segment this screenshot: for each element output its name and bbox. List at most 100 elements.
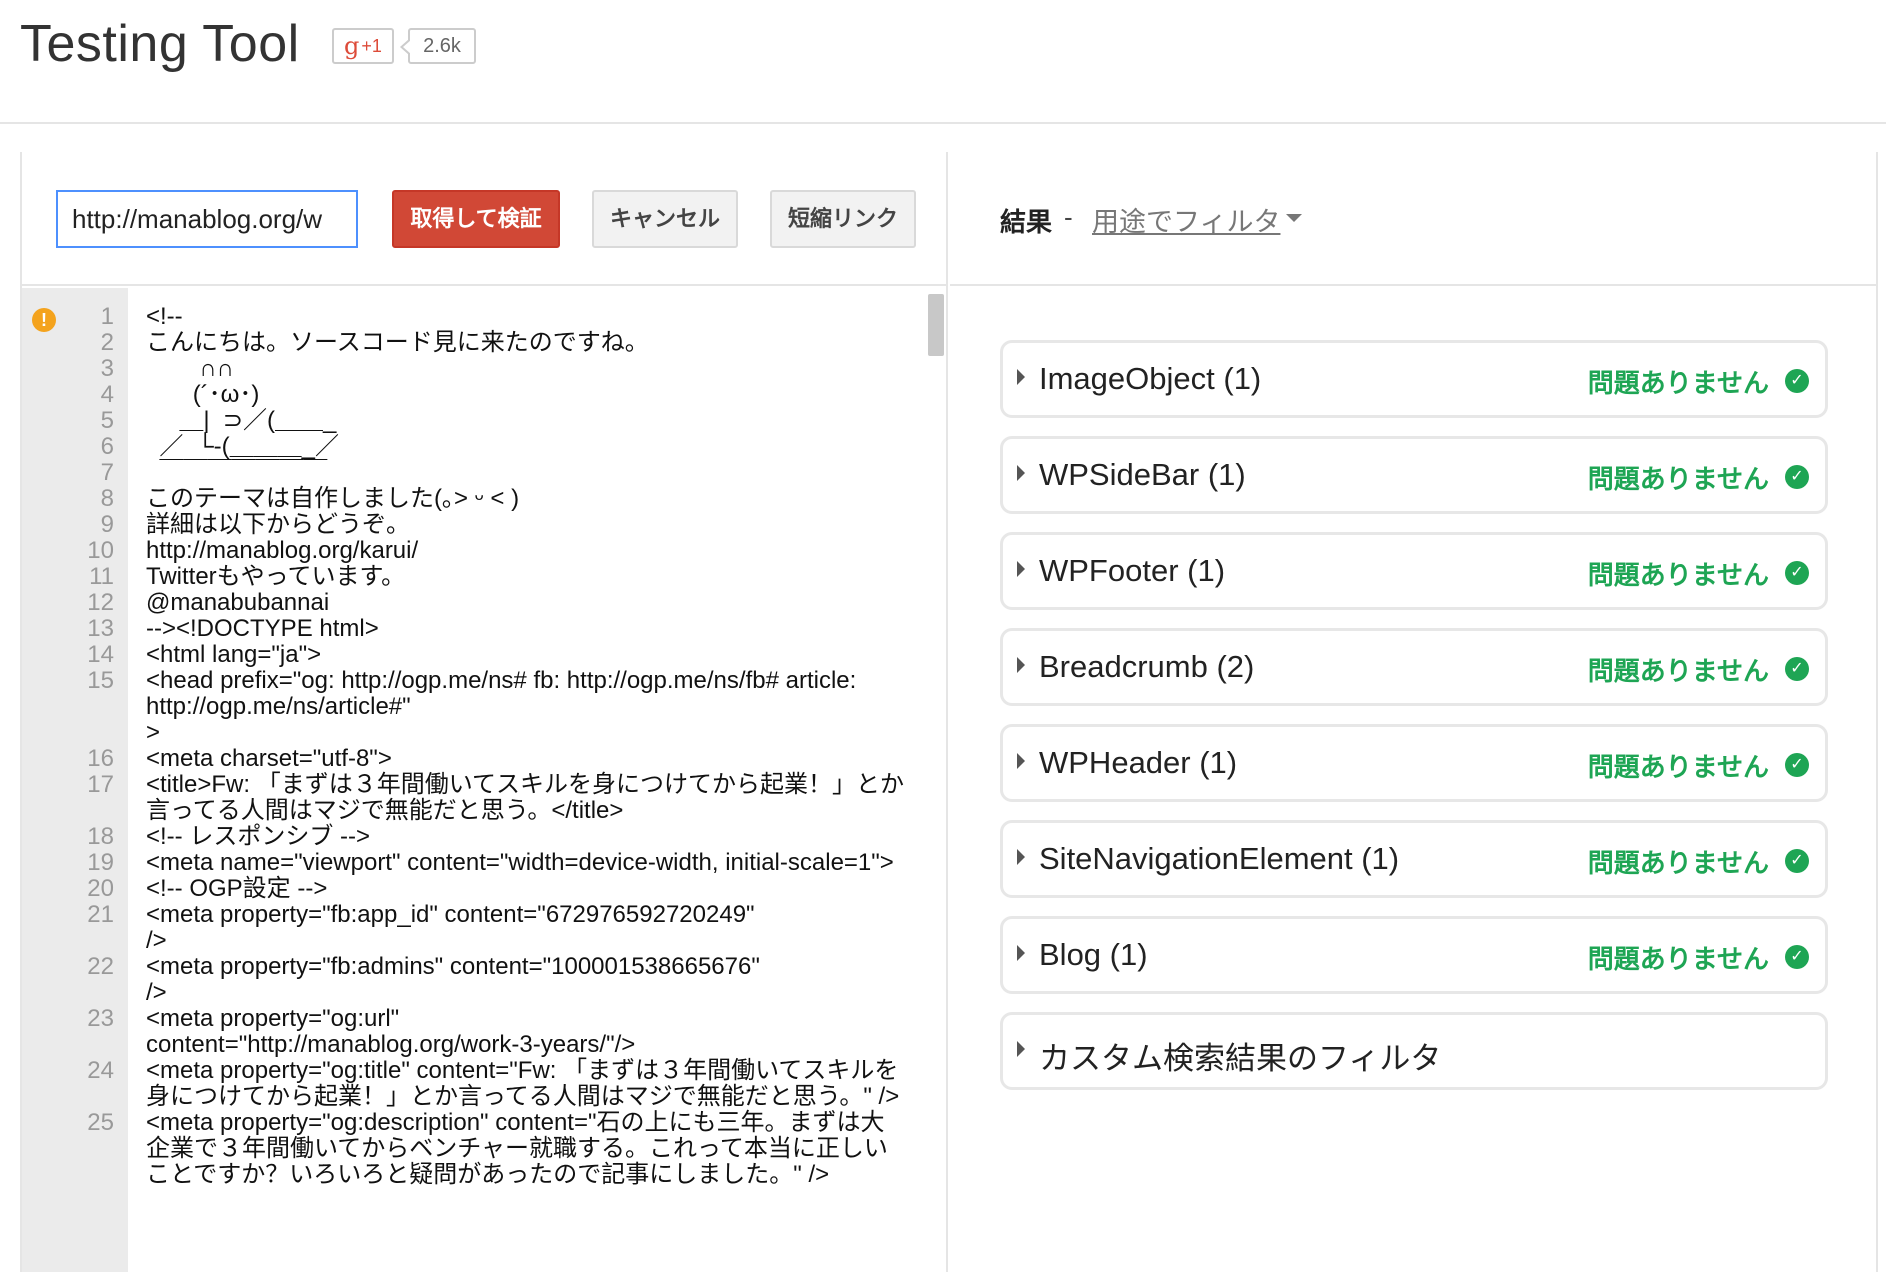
code-line[interactable]: 10 http://manablog.org/karui/ <box>22 538 946 564</box>
result-item-name: WPSideBar (1) <box>1039 457 1246 492</box>
result-item[interactable]: カスタム検索結果のフィルタ <box>1000 1012 1828 1090</box>
check-icon: ✓ <box>1785 465 1809 489</box>
code-line[interactable]: 5 ＿| ⊃／(＿＿_ <box>22 408 946 434</box>
code-line[interactable]: 6 ／ └-(＿＿＿_／ <box>22 434 946 460</box>
line-text: ／ └-(＿＿＿_／ <box>146 433 340 460</box>
expand-triangle-icon[interactable] <box>1017 1041 1025 1057</box>
line-text: このテーマは自作しました(｡˃ ᵕ ˂ ) <box>146 485 520 512</box>
line-text: <meta property="og:title" content="Fw: 「… <box>146 1057 900 1110</box>
result-status: 問題ありません <box>1587 656 1769 686</box>
line-number: 5 <box>100 407 114 434</box>
code-line[interactable]: 2 こんにちは。ソースコード見に来たのですね。 <box>22 330 946 356</box>
source-code[interactable]: 1 <!-- 2 こんにちは。ソースコード見に来たのですね。 3 ∩∩ 4 (´･ω･) 5… <box>22 304 946 1188</box>
line-number: 17 <box>87 771 114 798</box>
code-line[interactable]: 18 <!-- レスポンシブ --> <box>22 824 946 850</box>
check-icon: ✓ <box>1785 945 1809 969</box>
code-line[interactable]: 20 <!-- OGP設定 --> <box>22 876 946 902</box>
code-line[interactable]: 13 --><!DOCTYPE html> <box>22 616 946 642</box>
code-line[interactable]: 8 このテーマは自作しました(｡˃ ᵕ ˂ ) <box>22 486 946 512</box>
code-line[interactable]: 19 <meta name="viewport" content="width=d… <box>22 850 946 876</box>
line-number: 1 <box>100 303 114 330</box>
share-count-badge: 2.6k <box>400 28 476 64</box>
expand-triangle-icon[interactable] <box>1017 849 1025 865</box>
expand-triangle-icon[interactable] <box>1017 945 1025 961</box>
code-editor[interactable]: ! 1 <!-- 2 こんにちは。ソースコード見に来たのですね。 3 ∩∩ 4 (´･ω･… <box>22 288 946 1272</box>
line-text: http://manablog.org/karui/ <box>146 537 419 564</box>
line-text: Twitterもやっています。 <box>146 563 406 590</box>
result-item-name: SiteNavigationElement (1) <box>1039 841 1400 876</box>
check-icon: ✓ <box>1785 561 1809 585</box>
code-line[interactable]: 16 <meta charset="utf-8"> <box>22 746 946 772</box>
expand-triangle-icon[interactable] <box>1017 753 1025 769</box>
line-number: 7 <box>100 459 114 486</box>
code-line[interactable]: 7 ￣￣￣￣￣￣￣ <box>22 460 946 486</box>
url-input[interactable]: http://manablog.org/w <box>56 190 358 248</box>
line-text: <title>Fw: 「まずは３年間働いてスキルを身につけてから起業！」とか言っ… <box>146 771 904 824</box>
line-number: 2 <box>100 329 114 356</box>
result-status: 問題ありません <box>1587 752 1769 782</box>
line-number: 14 <box>87 641 114 668</box>
result-status: 問題ありません <box>1587 464 1769 494</box>
gplus-icon: g <box>344 32 360 60</box>
line-number: 24 <box>87 1057 114 1084</box>
page-title: Testing Tool <box>20 15 300 73</box>
result-item-name: カスタム検索結果のフィルタ <box>1039 1041 1442 1076</box>
line-number: 10 <box>87 537 114 564</box>
line-text: <head prefix="og: http://ogp.me/ns# fb: … <box>146 667 857 746</box>
expand-triangle-icon[interactable] <box>1017 369 1025 385</box>
expand-triangle-icon[interactable] <box>1017 465 1025 481</box>
code-line[interactable]: 9 詳細は以下からどうぞ。 <box>22 512 946 538</box>
gplus-button[interactable]: g +1 <box>332 28 394 64</box>
line-number: 11 <box>89 563 114 590</box>
line-text: <meta property="fb:app_id" content="6729… <box>146 901 755 954</box>
line-text: <html lang="ja"> <box>146 641 322 668</box>
code-line[interactable]: 11 Twitterもやっています。 <box>22 564 946 590</box>
code-line[interactable]: 23 <meta property="og:url" content="http:… <box>22 1006 946 1058</box>
cancel-button[interactable]: キャンセル <box>592 190 738 248</box>
result-status: 問題ありません <box>1587 368 1769 398</box>
line-number: 13 <box>87 615 114 642</box>
result-item[interactable]: ImageObject (1) 問題ありません ✓ <box>1000 340 1828 418</box>
chevron-down-icon[interactable] <box>1286 214 1302 222</box>
line-text: (´･ω･) <box>146 381 260 408</box>
result-status: 問題ありません <box>1587 848 1769 878</box>
code-line[interactable]: 17 <title>Fw: 「まずは３年間働いてスキルを身につけてから起業！」とか… <box>22 772 946 824</box>
line-number: 6 <box>100 433 114 460</box>
expand-triangle-icon[interactable] <box>1017 657 1025 673</box>
results-label: 結果 <box>1000 207 1053 237</box>
result-item[interactable]: WPFooter (1) 問題ありません ✓ <box>1000 532 1828 610</box>
line-number: 23 <box>87 1005 114 1032</box>
filter-dropdown[interactable]: 用途でフィルタ <box>1092 200 1280 239</box>
code-line[interactable]: 21 <meta property="fb:app_id" content="67… <box>22 902 946 954</box>
code-line[interactable]: 1 <!-- <box>22 304 946 330</box>
result-item[interactable]: Breadcrumb (2) 問題ありません ✓ <box>1000 628 1828 706</box>
line-text: 詳細は以下からどうぞ。 <box>146 511 410 538</box>
code-line[interactable]: 12 @manabubannai <box>22 590 946 616</box>
line-text: <meta property="og:url" content="http://… <box>146 1005 636 1058</box>
result-item[interactable]: WPSideBar (1) 問題ありません ✓ <box>1000 436 1828 514</box>
shortlink-button[interactable]: 短縮リンク <box>770 190 916 248</box>
result-item[interactable]: SiteNavigationElement (1) 問題ありません ✓ <box>1000 820 1828 898</box>
line-text: ∩∩ <box>146 355 234 382</box>
line-number: 20 <box>87 875 114 902</box>
line-number: 9 <box>100 511 114 538</box>
code-line[interactable]: 15 <head prefix="og: http://ogp.me/ns# fb… <box>22 668 946 746</box>
fetch-validate-button[interactable]: 取得して検証 <box>392 190 560 248</box>
code-line[interactable]: 24 <meta property="og:title" content="Fw:… <box>22 1058 946 1110</box>
line-text: <!-- <box>146 303 183 330</box>
code-line[interactable]: 3 ∩∩ <box>22 356 946 382</box>
line-text: <!-- レスポンシブ --> <box>146 823 371 850</box>
results-panel: 結果 - 用途でフィルタ ImageObject (1) 問題ありません ✓ WPSi… <box>950 152 1878 1272</box>
code-line[interactable]: 25 <meta property="og:description" conten… <box>22 1110 946 1188</box>
code-line[interactable]: 22 <meta property="fb:admins" content="10… <box>22 954 946 1006</box>
line-text: <meta property="fb:admins" content="1000… <box>146 953 760 1006</box>
code-line[interactable]: 14 <html lang="ja"> <box>22 642 946 668</box>
line-number: 18 <box>87 823 114 850</box>
result-item[interactable]: WPHeader (1) 問題ありません ✓ <box>1000 724 1828 802</box>
result-status: 問題ありません <box>1587 944 1769 974</box>
expand-triangle-icon[interactable] <box>1017 561 1025 577</box>
code-line[interactable]: 4 (´･ω･) <box>22 382 946 408</box>
result-item[interactable]: Blog (1) 問題ありません ✓ <box>1000 916 1828 994</box>
result-item-name: WPHeader (1) <box>1039 745 1238 780</box>
scrollbar-thumb[interactable] <box>928 294 944 356</box>
